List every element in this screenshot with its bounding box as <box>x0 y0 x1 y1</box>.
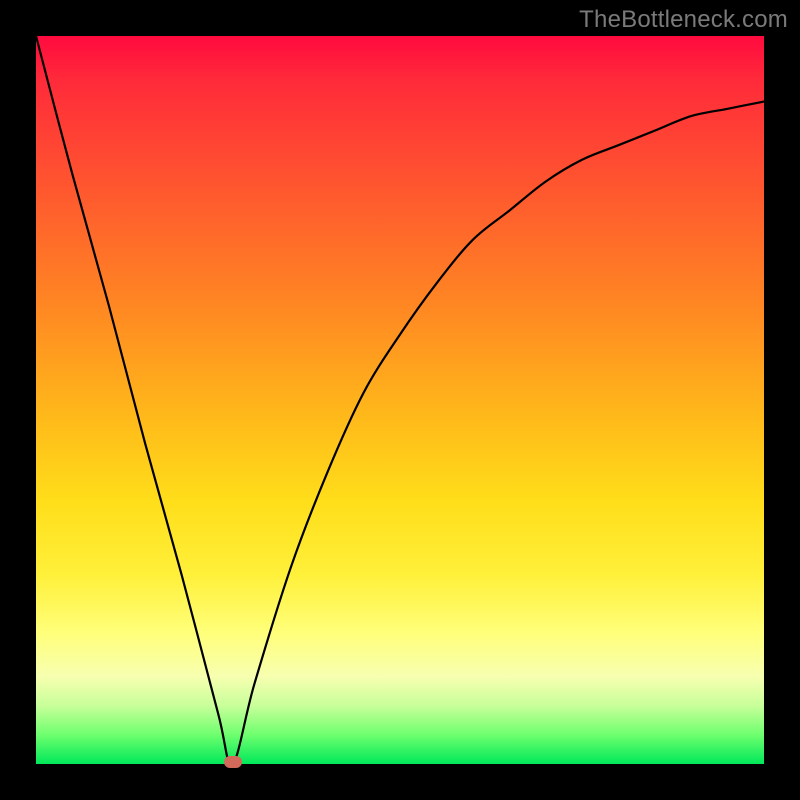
chart-frame: TheBottleneck.com <box>0 0 800 800</box>
bottleneck-curve <box>36 36 764 764</box>
optimal-point-marker <box>224 756 242 768</box>
watermark-text: TheBottleneck.com <box>579 6 788 34</box>
plot-area <box>36 36 764 764</box>
